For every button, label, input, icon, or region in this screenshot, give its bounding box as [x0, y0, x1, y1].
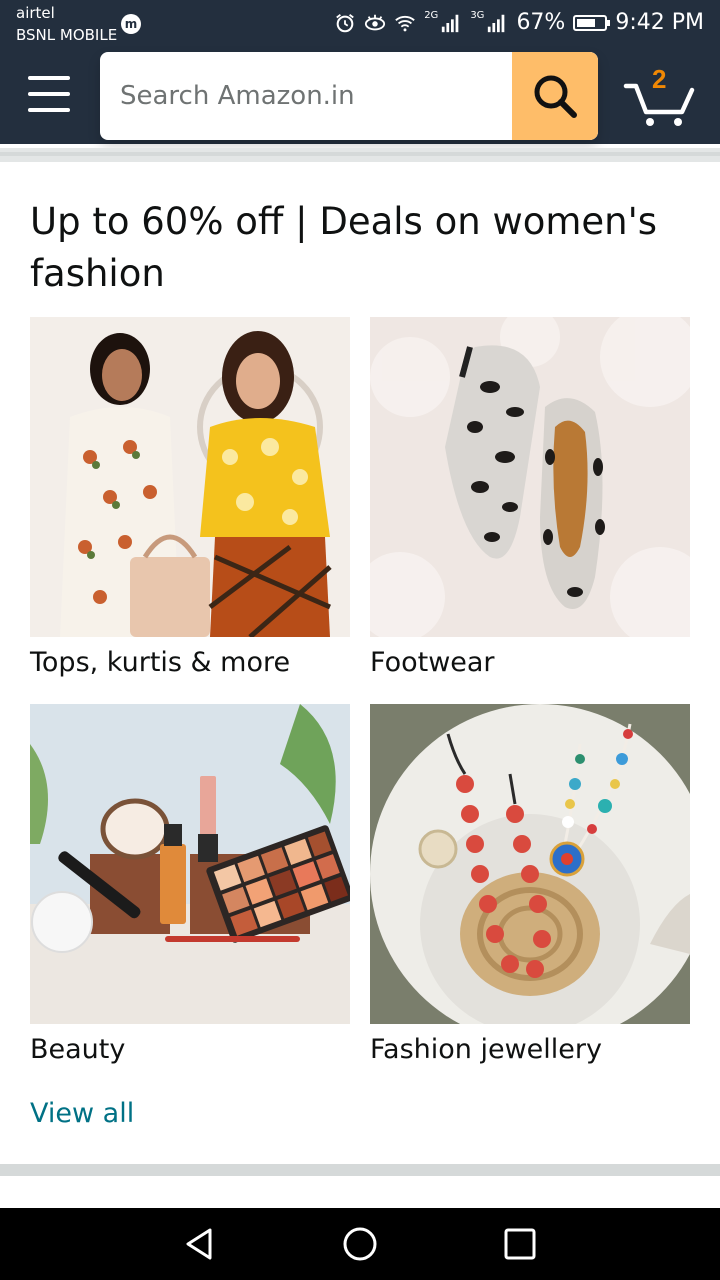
network-type-label: 2G: [424, 10, 439, 21]
battery-percent: 67%: [516, 10, 566, 35]
view-all-link[interactable]: View all: [30, 1098, 134, 1129]
wifi-icon: [395, 15, 415, 31]
status-bar: airtel BSNL MOBILE m 2G 3G 67% 9:42 PM: [0, 0, 720, 52]
signal-icon: [442, 14, 459, 32]
status-icons: 2G 3G 67% 9:42 PM: [334, 10, 704, 35]
menu-icon-bar: [28, 108, 70, 112]
eye-comfort-icon: [365, 14, 386, 30]
tile-label: Tops, kurtis & more: [30, 647, 291, 678]
tile-label: Beauty: [30, 1034, 126, 1065]
footwear-image: [370, 317, 690, 637]
cart-count-badge: 2: [652, 64, 667, 94]
clock: 9:42 PM: [615, 10, 704, 35]
system-nav-bar: [0, 1208, 720, 1280]
search-icon: [534, 75, 577, 118]
category-tile-tops[interactable]: Tops, kurtis & more: [30, 317, 350, 678]
home-button[interactable]: [340, 1224, 380, 1264]
home-icon: [343, 1227, 377, 1261]
search-bar: [100, 52, 598, 140]
carrier-name-primary: airtel: [16, 4, 55, 22]
tile-label: Footwear: [370, 647, 495, 678]
search-button[interactable]: [512, 52, 598, 140]
menu-icon-bar: [28, 92, 70, 96]
hamburger-menu-button[interactable]: [28, 74, 72, 114]
tops-kurtis-image: [30, 317, 350, 637]
app-header: 2: [0, 52, 720, 144]
tile-label: Fashion jewellery: [370, 1034, 602, 1065]
alarm-icon: [336, 13, 354, 32]
back-icon: [186, 1228, 212, 1260]
fashion-jewellery-image: [370, 704, 690, 1024]
beauty-image: [30, 704, 350, 1024]
battery-icon: [573, 14, 611, 31]
recents-button[interactable]: [500, 1224, 540, 1264]
signal-icon: [488, 14, 505, 32]
card-title: Up to 60% off | Deals on women's fashion: [30, 200, 658, 295]
carrier-name-secondary: BSNL MOBILE: [16, 26, 118, 44]
carrier-badge-icon: m: [121, 14, 141, 34]
section-divider: [0, 148, 720, 162]
section-divider: [0, 1164, 720, 1176]
cart-button[interactable]: 2: [622, 64, 698, 128]
network-type-label: 3G: [470, 10, 485, 21]
category-tile-jewellery[interactable]: Fashion jewellery: [370, 704, 690, 1065]
category-tile-footwear[interactable]: Footwear: [370, 317, 690, 678]
category-tile-beauty[interactable]: Beauty: [30, 704, 350, 1065]
menu-icon-bar: [28, 76, 70, 80]
recents-icon: [504, 1228, 536, 1260]
back-button[interactable]: [180, 1224, 220, 1264]
search-input[interactable]: [100, 52, 512, 140]
